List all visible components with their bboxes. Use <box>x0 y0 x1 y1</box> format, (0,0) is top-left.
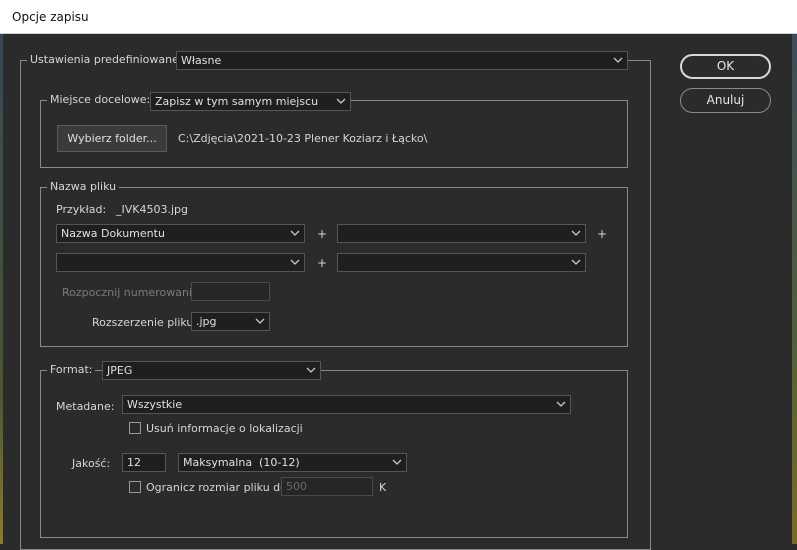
start-numbering-input[interactable] <box>191 282 270 301</box>
destination-label: Miejsce docelowe: <box>47 93 154 106</box>
quality-input[interactable]: 12 <box>122 453 166 472</box>
chevron-down-icon <box>336 96 346 106</box>
quality-value: 12 <box>127 456 141 469</box>
format-label: Format: <box>47 363 96 376</box>
example-label: Przykład: <box>56 203 107 216</box>
quality-label: Jakość: <box>72 457 111 470</box>
metadata-dropdown[interactable]: Wszystkie <box>122 395 571 414</box>
destination-value: Zapisz w tym samym miejscu <box>155 95 319 108</box>
plus-sign: + <box>317 227 328 241</box>
limit-size-checkbox[interactable] <box>129 481 141 493</box>
choose-folder-label: Wybierz folder... <box>67 132 157 145</box>
chevron-down-icon <box>392 457 402 467</box>
window-title: Opcje zapisu <box>12 10 89 24</box>
chevron-down-icon <box>306 365 316 375</box>
example-value: _IVK4503.jpg <box>116 203 188 216</box>
presets-dropdown[interactable]: Własne <box>176 51 628 70</box>
metadata-label: Metadane: <box>56 400 115 413</box>
limit-size-unit: K <box>379 481 387 494</box>
format-dropdown[interactable]: JPEG <box>102 361 321 380</box>
quality-level-dropdown[interactable]: Maksymalna (10-12) <box>178 453 407 472</box>
naming-field-2[interactable] <box>337 224 586 243</box>
start-numbering-label: Rozpocznij numerowanie: <box>62 286 203 299</box>
chevron-down-icon <box>571 228 581 238</box>
ok-button[interactable]: OK <box>680 54 771 79</box>
remove-location-checkbox[interactable] <box>129 422 141 434</box>
naming-field-4[interactable] <box>337 253 586 272</box>
dialog-panel: Ustawienia predefiniowane: Własne OK Anu… <box>3 34 792 550</box>
extension-label: Rozszerzenie pliku: <box>92 316 198 329</box>
extension-dropdown[interactable]: .jpg <box>191 312 270 331</box>
desktop-background-right <box>792 34 797 544</box>
file-naming-legend: Nazwa pliku <box>47 180 120 193</box>
destination-dropdown[interactable]: Zapisz w tym samym miejscu <box>150 92 351 111</box>
chevron-down-icon <box>290 257 300 267</box>
naming-field-1[interactable]: Nazwa Dokumentu <box>56 224 305 243</box>
chevron-down-icon <box>571 257 581 267</box>
choose-folder-button[interactable]: Wybierz folder... <box>57 125 167 152</box>
destination-path: C:\Zdjęcia\2021-10-23 Plener Koziarz i Ł… <box>178 132 428 145</box>
ok-button-label: OK <box>716 59 735 73</box>
plus-sign: + <box>597 227 608 241</box>
title-bar: Opcje zapisu <box>0 0 797 34</box>
remove-location-label: Usuń informacje o lokalizacji <box>146 422 303 435</box>
chevron-down-icon <box>556 399 566 409</box>
chevron-down-icon <box>255 316 265 326</box>
chevron-down-icon <box>290 228 300 238</box>
cancel-button[interactable]: Anuluj <box>680 88 771 113</box>
presets-label: Ustawienia predefiniowane: <box>27 53 186 66</box>
format-value: JPEG <box>107 364 133 377</box>
presets-value: Własne <box>181 54 222 67</box>
naming-field-3[interactable] <box>56 253 305 272</box>
naming-field-1-value: Nazwa Dokumentu <box>61 227 165 240</box>
metadata-value: Wszystkie <box>127 398 183 411</box>
quality-level-value: Maksymalna (10-12) <box>183 456 300 469</box>
extension-value: .jpg <box>196 315 217 328</box>
plus-sign: + <box>317 256 328 270</box>
limit-size-input[interactable]: 500 <box>281 477 373 496</box>
chevron-down-icon <box>613 55 623 65</box>
limit-size-label: Ogranicz rozmiar pliku do: <box>146 481 291 494</box>
limit-size-value: 500 <box>286 480 307 493</box>
cancel-button-label: Anuluj <box>706 93 745 107</box>
